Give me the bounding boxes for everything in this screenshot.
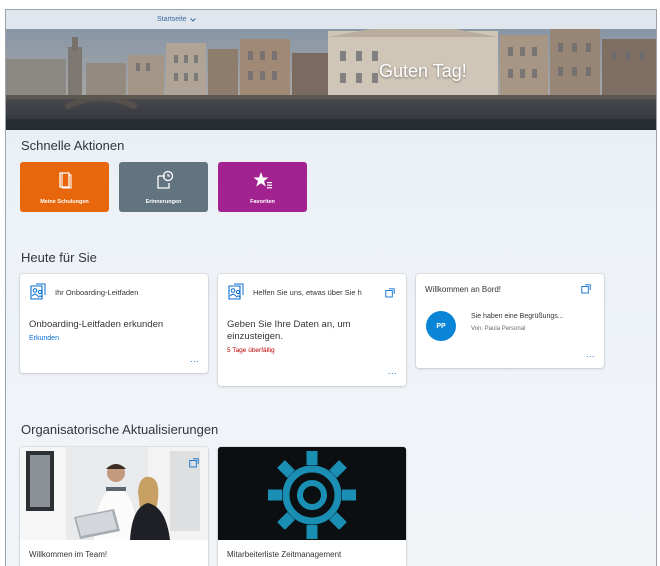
welcome-team-card[interactable]: Willkommen im Team! (20, 447, 208, 566)
greeting-text: Guten Tag! (379, 61, 467, 81)
book-icon (58, 172, 72, 189)
shell-bar: Startseite (6, 10, 656, 29)
open-external-icon[interactable] (385, 288, 395, 298)
app-frame: Startseite Guten Tag! Schnelle Aktionen … (5, 9, 657, 566)
news-caption: Mitarbeiterliste Zeitmanagement (227, 550, 342, 559)
team-photo (20, 447, 208, 540)
onboarding-people-icon (30, 283, 46, 300)
message-sender: Von: Paula Personal (471, 326, 526, 332)
onboarding-people-icon (228, 283, 244, 300)
card-header-text: Ihr Onboarding-Leitfaden (55, 287, 139, 297)
reminders-label: Erinnerungen (145, 199, 182, 205)
star-list-icon (253, 172, 272, 189)
home-nav-label: Startseite (157, 16, 187, 23)
more-options-button[interactable]: ... (388, 366, 397, 376)
quick-actions-title: Schnelle Aktionen (21, 138, 125, 153)
hero-banner: Guten Tag! (6, 29, 656, 130)
my-trainings-label: Meine Schulungen (40, 199, 89, 205)
card-header-text: Willkommen an Bord! (425, 284, 502, 294)
open-external-icon[interactable] (581, 284, 591, 294)
welcome-aboard-card[interactable]: Willkommen an Bord! PP Sie haben eine Be… (416, 274, 604, 368)
time-management-card[interactable]: Mitarbeiterliste Zeitmanagement (218, 447, 406, 566)
gear-image (218, 447, 406, 540)
news-caption: Willkommen im Team! (29, 550, 108, 559)
card-title: Onboarding-Leitfaden erkunden (29, 319, 164, 330)
card-header: Helfen Sie uns, etwas über Sie h (218, 274, 406, 310)
gear-icon (218, 447, 406, 540)
favorites-tile[interactable]: Favoriten (218, 162, 307, 212)
hero-city-image (6, 29, 656, 130)
overdue-status: 5 Tage überfällig (227, 347, 275, 354)
card-title-line-2: einzusteigen. (227, 331, 283, 342)
card-header: Ihr Onboarding-Leitfaden (20, 274, 208, 310)
card-header-text: Helfen Sie uns, etwas über Sie h (253, 287, 362, 297)
reminders-tile[interactable]: Erinnerungen (119, 162, 208, 212)
favorites-label: Favoriten (250, 199, 275, 205)
explore-link[interactable]: Erkunden (29, 335, 59, 342)
welcome-message: Sie haben eine Begrüßungs... (471, 313, 564, 320)
more-options-button[interactable]: ... (190, 354, 199, 364)
today-for-you-title: Heute für Sie (21, 250, 97, 265)
avatar: PP (426, 311, 456, 341)
chevron-down-icon (189, 17, 196, 22)
card-header: Willkommen an Bord! (416, 274, 604, 304)
onboarding-guide-card[interactable]: Ihr Onboarding-Leitfaden Onboarding-Leit… (20, 274, 208, 373)
more-options-button[interactable]: ... (586, 349, 595, 359)
my-trainings-tile[interactable]: Meine Schulungen (20, 162, 109, 212)
profile-data-card[interactable]: Helfen Sie uns, etwas über Sie h Geben S… (218, 274, 406, 386)
card-title-line-1: Geben Sie Ihre Daten an, um (227, 319, 351, 330)
home-nav-menu[interactable]: Startseite (157, 16, 196, 23)
reminder-clock-icon (156, 170, 173, 189)
open-external-icon[interactable] (189, 458, 199, 468)
org-updates-title: Organisatorische Aktualisierungen (21, 422, 219, 437)
